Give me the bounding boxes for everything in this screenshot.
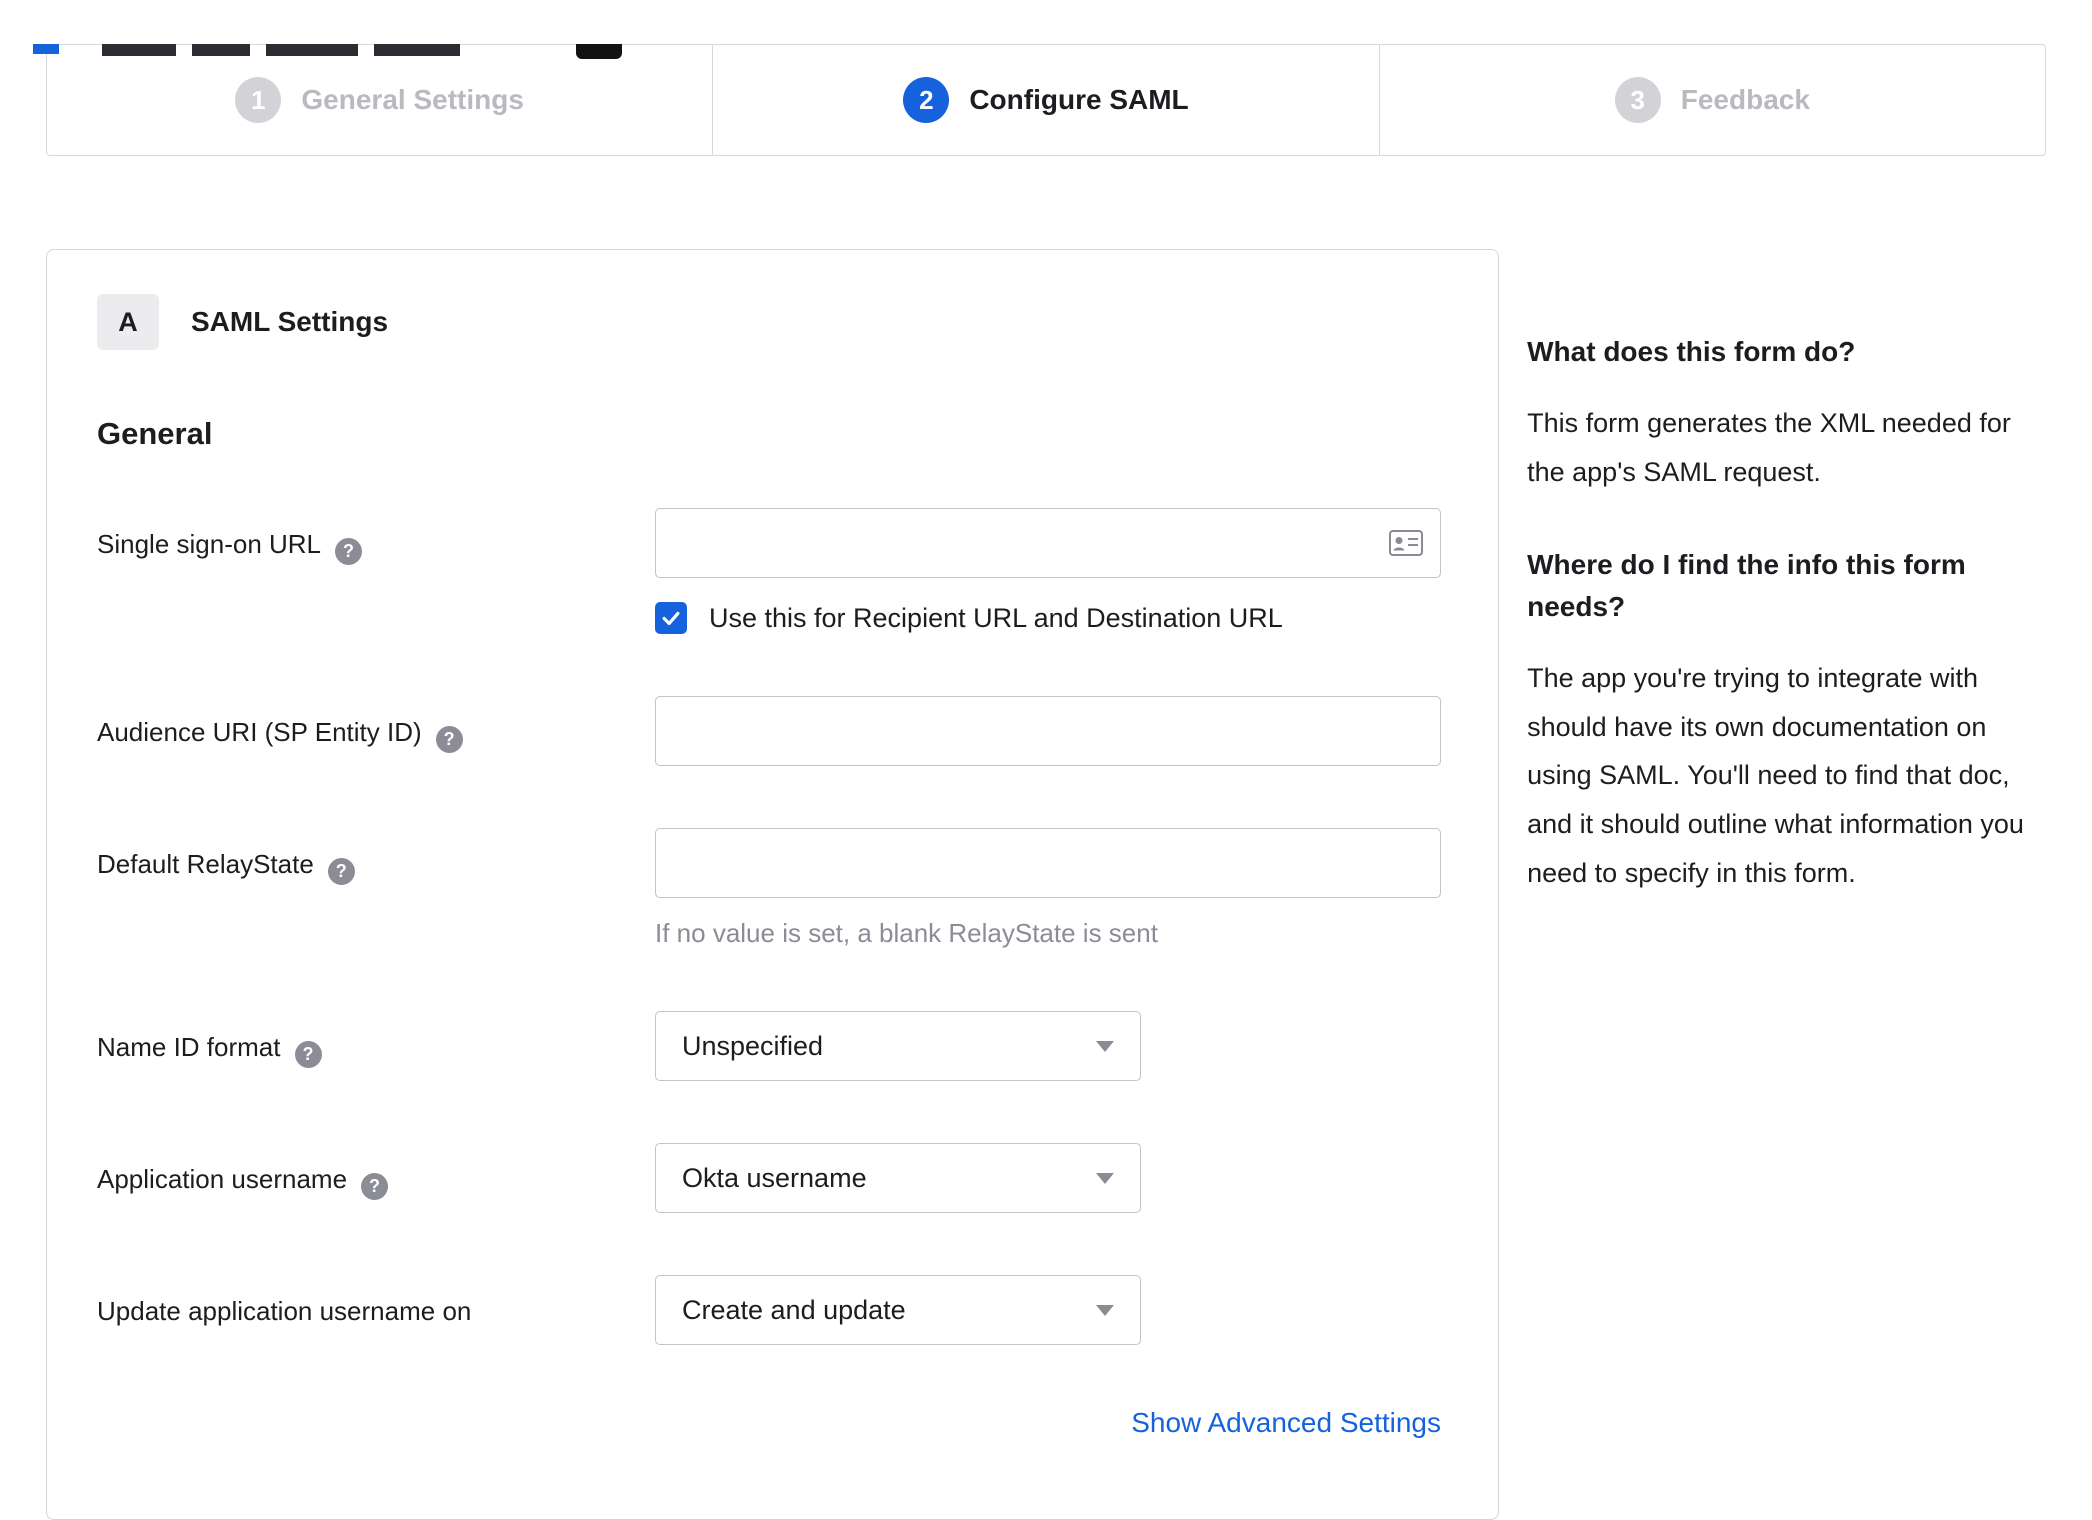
step-number-badge: 3 — [1614, 77, 1661, 123]
help-sidebar: What does this form do? This form genera… — [1527, 249, 2046, 945]
relay-state-controls: If no value is set, a blank RelayState i… — [655, 828, 1441, 949]
recipient-url-checkbox-label: Use this for Recipient URL and Destinati… — [709, 602, 1283, 633]
help-icon[interactable]: ? — [335, 538, 363, 566]
section-a-badge: A — [97, 294, 159, 350]
name-id-format-controls: Unspecified — [655, 1011, 1441, 1081]
relay-state-label: Default RelayState? — [97, 828, 655, 949]
audience-uri-input[interactable] — [655, 696, 1441, 766]
help-body-what: This form generates the XML needed for t… — [1527, 408, 2011, 487]
general-section-heading: General — [97, 416, 213, 451]
step-number-badge: 1 — [235, 77, 282, 123]
chevron-down-icon — [1096, 1040, 1114, 1052]
form-row-relay-state: Default RelayState? If no value is set, … — [97, 828, 1448, 949]
saml-settings-panel: A SAML Settings General Single sign-on U… — [46, 249, 1500, 1520]
panel-title: SAML Settings — [191, 306, 389, 337]
step-general-settings[interactable]: 1 General Settings — [47, 45, 712, 155]
form-row-update-username: Update application username on Create an… — [97, 1275, 1448, 1345]
main-content: A SAML Settings General Single sign-on U… — [46, 249, 2046, 1520]
advanced-settings-row: Show Advanced Settings — [97, 1407, 1441, 1439]
panel-header: A SAML Settings — [97, 294, 1448, 350]
update-username-select[interactable]: Create and update — [655, 1275, 1141, 1345]
help-heading-what: What does this form do? — [1527, 336, 1856, 367]
help-icon[interactable]: ? — [327, 858, 355, 886]
cropped-title-fragment — [374, 44, 460, 56]
cropped-header — [0, 44, 2092, 60]
update-username-value: Create and update — [682, 1294, 906, 1325]
name-id-format-label: Name ID format? — [97, 1011, 655, 1081]
sso-url-label: Single sign-on URL? — [97, 508, 655, 634]
form-row-audience-uri: Audience URI (SP Entity ID)? — [97, 696, 1448, 766]
recipient-url-checkbox[interactable] — [655, 602, 687, 634]
step-configure-saml[interactable]: 2 Configure SAML — [712, 45, 1378, 155]
audience-uri-controls — [655, 696, 1441, 766]
application-username-select[interactable]: Okta username — [655, 1143, 1141, 1213]
form-row-application-username: Application username? Okta username — [97, 1143, 1448, 1213]
chevron-down-icon — [1096, 1172, 1114, 1184]
application-username-label: Application username? — [97, 1143, 655, 1213]
cropped-app-logo — [576, 44, 622, 59]
form-row-name-id-format: Name ID format? Unspecified — [97, 1011, 1448, 1081]
cropped-title-fragment — [192, 44, 250, 56]
chevron-down-icon — [1096, 1304, 1114, 1316]
name-id-format-value: Unspecified — [682, 1030, 824, 1061]
cropped-title-fragment — [102, 44, 176, 56]
audience-uri-label: Audience URI (SP Entity ID)? — [97, 696, 655, 766]
step-feedback[interactable]: 3 Feedback — [1378, 45, 2045, 155]
help-heading-where: Where do I find the info this form needs… — [1527, 549, 1966, 623]
step-label: Feedback — [1680, 84, 1810, 115]
wizard-stepper: 1 General Settings 2 Configure SAML 3 Fe… — [46, 44, 2046, 156]
help-body-where: The app you're trying to integrate with … — [1527, 663, 2024, 888]
cropped-link-fragment — [33, 44, 59, 54]
application-username-value: Okta username — [682, 1162, 867, 1193]
step-number-badge: 2 — [903, 77, 950, 123]
step-label: General Settings — [301, 84, 524, 115]
sso-url-input[interactable] — [655, 508, 1441, 578]
form-row-sso-url: Single sign-on URL? Use this for Recipie… — [97, 508, 1448, 634]
update-username-controls: Create and update — [655, 1275, 1441, 1345]
name-id-format-select[interactable]: Unspecified — [655, 1011, 1141, 1081]
update-username-label: Update application username on — [97, 1296, 472, 1326]
help-icon[interactable]: ? — [435, 726, 463, 754]
sso-url-controls: Use this for Recipient URL and Destinati… — [655, 508, 1441, 634]
help-icon[interactable]: ? — [361, 1173, 389, 1201]
help-icon[interactable]: ? — [294, 1041, 322, 1069]
relay-state-hint: If no value is set, a blank RelayState i… — [655, 918, 1158, 948]
application-username-controls: Okta username — [655, 1143, 1441, 1213]
cropped-title-fragment — [266, 44, 358, 56]
step-label: Configure SAML — [969, 84, 1189, 115]
show-advanced-settings-link[interactable]: Show Advanced Settings — [1131, 1407, 1441, 1438]
contact-card-icon — [1389, 530, 1423, 556]
recipient-url-checkbox-row: Use this for Recipient URL and Destinati… — [655, 602, 1441, 634]
relay-state-input[interactable] — [655, 828, 1441, 898]
